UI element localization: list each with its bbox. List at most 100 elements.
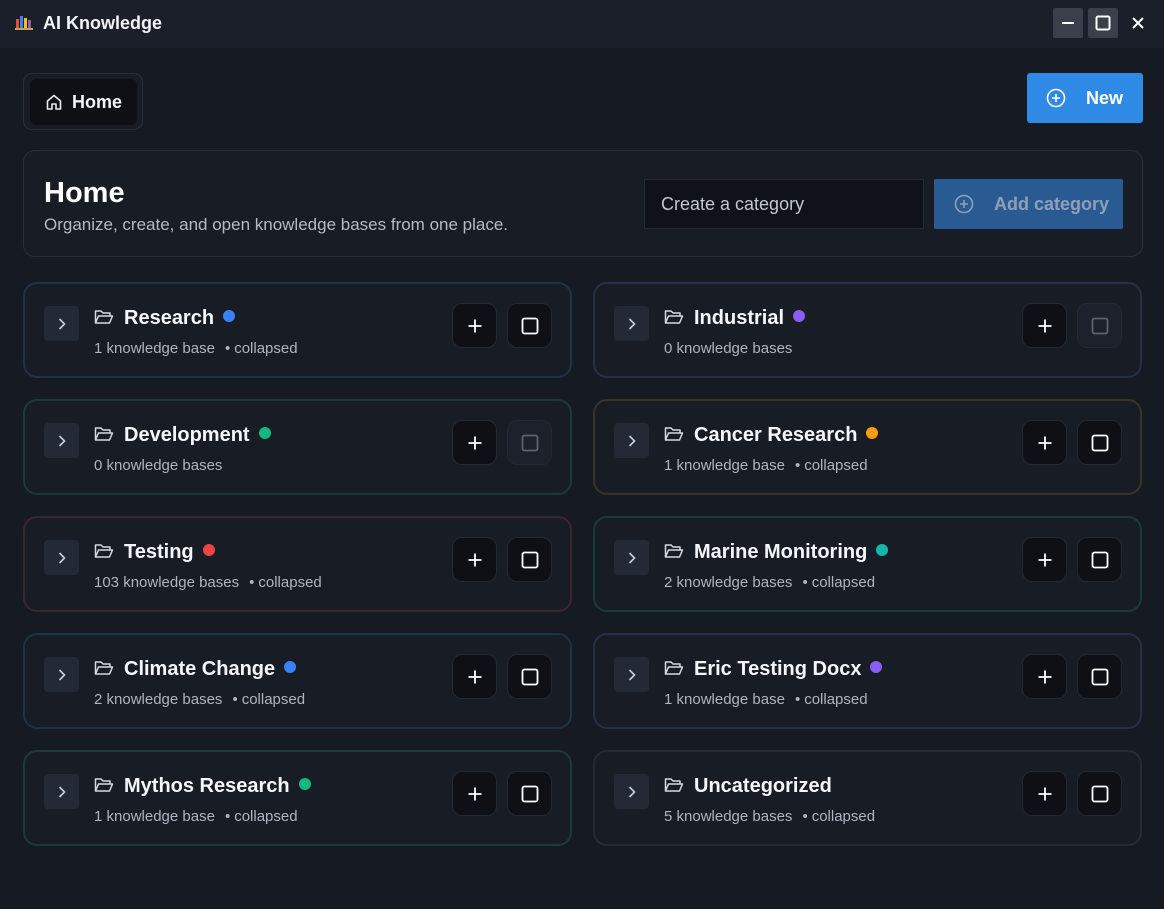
category-card[interactable]: Climate Change 2 knowledge bases • collaps… bbox=[23, 633, 572, 729]
add-knowledge-base-button[interactable] bbox=[1022, 420, 1067, 465]
chevron-right-icon bbox=[58, 434, 66, 447]
chevron-right-icon bbox=[58, 668, 66, 681]
category-card[interactable]: Industrial 0 knowledge bases bbox=[593, 282, 1142, 378]
category-card[interactable]: Research 1 knowledge base • collapsed bbox=[23, 282, 572, 378]
add-category-button[interactable]: Add category bbox=[934, 179, 1123, 229]
home-icon bbox=[46, 94, 62, 110]
category-name: Marine Monitoring bbox=[694, 541, 868, 563]
expand-button[interactable] bbox=[614, 423, 649, 458]
select-category-button[interactable] bbox=[1077, 537, 1122, 582]
category-name-row: Research bbox=[124, 307, 236, 330]
add-knowledge-base-button[interactable] bbox=[1022, 303, 1067, 348]
home-button[interactable]: Home bbox=[30, 79, 137, 125]
add-knowledge-base-button[interactable] bbox=[1022, 537, 1067, 582]
add-knowledge-base-button[interactable] bbox=[452, 654, 497, 699]
page-title: Home bbox=[44, 177, 125, 209]
new-button-label: New bbox=[1086, 87, 1124, 108]
category-name-row: Industrial bbox=[694, 307, 806, 330]
select-category-button[interactable] bbox=[1077, 654, 1122, 699]
category-card[interactable]: Testing 103 knowledge bases • collapsed bbox=[23, 516, 572, 612]
chevron-right-icon bbox=[58, 317, 66, 330]
category-meta: 5 knowledge bases • collapsed bbox=[664, 808, 875, 825]
checkbox-icon bbox=[1091, 785, 1108, 802]
category-count: 1 knowledge base bbox=[664, 691, 785, 708]
category-count: 0 knowledge bases bbox=[664, 340, 793, 357]
plus-icon bbox=[468, 670, 481, 683]
select-category-button[interactable] bbox=[1077, 420, 1122, 465]
select-category-button[interactable] bbox=[507, 537, 552, 582]
category-card[interactable]: Mythos Research 1 knowledge base • collaps… bbox=[23, 750, 572, 846]
category-state: • collapsed bbox=[802, 574, 876, 591]
add-knowledge-base-button[interactable] bbox=[452, 771, 497, 816]
category-name: Cancer Research bbox=[694, 424, 858, 446]
category-name: Testing bbox=[124, 541, 194, 563]
category-count: 0 knowledge bases bbox=[94, 457, 223, 474]
category-state: • collapsed bbox=[249, 574, 322, 591]
expand-button[interactable] bbox=[614, 540, 649, 575]
expand-button[interactable] bbox=[44, 306, 79, 341]
expand-button[interactable] bbox=[44, 540, 79, 575]
category-meta: 103 knowledge bases • collapsed bbox=[94, 574, 322, 591]
category-state: • collapsed bbox=[802, 808, 876, 825]
category-card[interactable]: Marine Monitoring 2 knowledge bases • coll… bbox=[593, 516, 1142, 612]
add-knowledge-base-button[interactable] bbox=[452, 537, 497, 582]
add-knowledge-base-button[interactable] bbox=[452, 420, 497, 465]
expand-button[interactable] bbox=[44, 774, 79, 809]
category-name-row: Marine Monitoring bbox=[694, 541, 889, 564]
folder-icon bbox=[664, 544, 684, 558]
add-knowledge-base-button[interactable] bbox=[452, 303, 497, 348]
expand-button[interactable] bbox=[44, 423, 79, 458]
category-meta: 1 knowledge base • collapsed bbox=[664, 457, 868, 474]
new-button[interactable]: New bbox=[1027, 73, 1143, 123]
category-name: Climate Change bbox=[124, 658, 276, 680]
maximize-button[interactable] bbox=[1088, 8, 1118, 38]
category-color-dot bbox=[870, 661, 883, 673]
category-count: 2 knowledge bases bbox=[94, 691, 223, 708]
select-category-button[interactable] bbox=[1077, 771, 1122, 816]
add-knowledge-base-button[interactable] bbox=[1022, 771, 1067, 816]
checkbox-icon bbox=[521, 317, 538, 334]
category-card[interactable]: Cancer Research 1 knowledge base • collaps… bbox=[593, 399, 1142, 495]
plus-circle-icon bbox=[1046, 88, 1066, 108]
home-label: Home bbox=[72, 91, 123, 112]
category-input[interactable] bbox=[644, 179, 924, 229]
plus-icon bbox=[468, 553, 481, 566]
category-card[interactable]: Uncategorized 5 knowledge bases • collapse… bbox=[593, 750, 1142, 846]
expand-button[interactable] bbox=[614, 774, 649, 809]
category-color-dot bbox=[876, 544, 889, 556]
select-category-button[interactable] bbox=[507, 654, 552, 699]
select-category-button[interactable] bbox=[507, 420, 552, 465]
folder-icon bbox=[94, 544, 114, 558]
folder-icon bbox=[94, 310, 114, 324]
minimize-icon bbox=[1062, 22, 1074, 24]
chevron-right-icon bbox=[628, 317, 636, 330]
expand-button[interactable] bbox=[44, 657, 79, 692]
plus-icon bbox=[468, 319, 481, 332]
chevron-right-icon bbox=[58, 551, 66, 564]
breadcrumb: Home bbox=[23, 73, 143, 130]
chevron-right-icon bbox=[628, 785, 636, 798]
folder-icon bbox=[664, 427, 684, 441]
expand-button[interactable] bbox=[614, 306, 649, 341]
minimize-button[interactable] bbox=[1053, 8, 1083, 38]
folder-icon bbox=[94, 661, 114, 675]
category-name: Uncategorized bbox=[694, 775, 832, 797]
category-name-row: Mythos Research bbox=[124, 775, 311, 798]
expand-button[interactable] bbox=[614, 657, 649, 692]
category-color-dot bbox=[223, 310, 236, 322]
category-card[interactable]: Eric Testing Docx 1 knowledge base • colla… bbox=[593, 633, 1142, 729]
category-count: 103 knowledge bases bbox=[94, 574, 240, 591]
category-card[interactable]: Development 0 knowledge bases bbox=[23, 399, 572, 495]
checkbox-icon bbox=[1091, 434, 1108, 451]
close-button[interactable] bbox=[1123, 8, 1153, 38]
page-subtitle: Organize, create, and open knowledge bas… bbox=[44, 215, 509, 234]
folder-icon bbox=[664, 778, 684, 792]
category-name-row: Climate Change bbox=[124, 658, 297, 681]
category-name: Development bbox=[124, 424, 250, 446]
select-category-button[interactable] bbox=[507, 303, 552, 348]
add-knowledge-base-button[interactable] bbox=[1022, 654, 1067, 699]
folder-icon bbox=[664, 310, 684, 324]
plus-icon bbox=[468, 436, 481, 449]
select-category-button[interactable] bbox=[1077, 303, 1122, 348]
select-category-button[interactable] bbox=[507, 771, 552, 816]
